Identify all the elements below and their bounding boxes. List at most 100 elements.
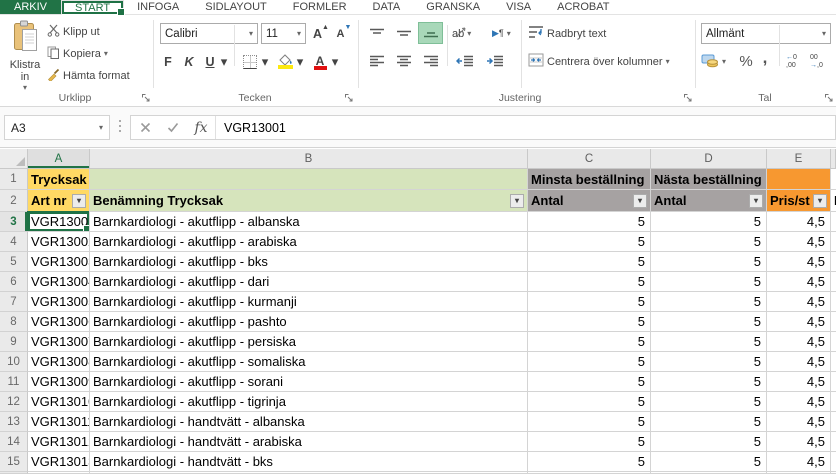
increase-decimal-button[interactable]: ←0 ,00 <box>786 51 797 72</box>
font-color-dropdown-icon[interactable]: ▾ <box>330 51 340 72</box>
wrap-text-button[interactable]: Radbryt text <box>528 23 606 44</box>
cell-f1[interactable] <box>831 169 836 190</box>
decrease-indent-button[interactable] <box>452 50 477 72</box>
cell-artnr[interactable]: VGR13011 <box>28 412 90 432</box>
cell-min[interactable]: 5 <box>528 452 651 472</box>
cell-c2[interactable]: Antal ▾ <box>528 190 651 212</box>
cell-min[interactable]: 5 <box>528 312 651 332</box>
filter-button[interactable]: ▾ <box>633 194 647 208</box>
font-size-select[interactable]: 11 ▾ <box>261 23 306 44</box>
cut-button[interactable]: Klipp ut <box>47 21 130 43</box>
cell-name[interactable]: Barnkardiologi - akutflipp - bks <box>90 252 528 272</box>
cell-price[interactable]: 4,5 <box>767 392 831 412</box>
cell-next[interactable]: 5 <box>651 432 767 452</box>
cell-name[interactable]: Barnkardiologi - akutflipp - sorani <box>90 372 528 392</box>
cell-next[interactable]: 5 <box>651 452 767 472</box>
cell-f[interactable] <box>831 252 836 272</box>
alignment-dialog-launcher-icon[interactable] <box>683 92 693 102</box>
cell-next[interactable]: 5 <box>651 352 767 372</box>
cell-next[interactable]: 5 <box>651 212 767 232</box>
column-header-c[interactable]: C <box>528 149 651 169</box>
cell-next[interactable]: 5 <box>651 232 767 252</box>
font-name-select[interactable]: Calibri ▾ <box>160 23 258 44</box>
cell-artnr[interactable]: VGR13004 <box>28 272 90 292</box>
column-header-b[interactable]: B <box>90 149 528 169</box>
cell-price[interactable]: 4,5 <box>767 292 831 312</box>
cell-d2[interactable]: Antal ▾ <box>651 190 767 212</box>
bold-button[interactable]: F <box>160 51 176 72</box>
column-header-f[interactable] <box>831 149 836 169</box>
show-paragraph-button[interactable]: ▶¶ ▾ <box>492 23 511 44</box>
cell-f2[interactable]: P <box>831 190 836 212</box>
cell-artnr[interactable]: VGR13008 <box>28 352 90 372</box>
enter-button[interactable] <box>159 116 187 139</box>
cell-name[interactable]: Barnkardiologi - akutflipp - pashto <box>90 312 528 332</box>
tab-formler[interactable]: FORMLER <box>280 0 360 14</box>
cell-next[interactable]: 5 <box>651 392 767 412</box>
cell-name[interactable]: Barnkardiologi - akutflipp - arabiska <box>90 232 528 252</box>
row-header[interactable]: 15 <box>0 452 28 472</box>
row-header[interactable]: 6 <box>0 272 28 292</box>
number-dialog-launcher-icon[interactable] <box>824 92 834 102</box>
tab-acrobat[interactable]: ACROBAT <box>544 0 622 14</box>
align-left-button[interactable] <box>364 50 389 72</box>
borders-dropdown-icon[interactable]: ▾ <box>260 51 270 72</box>
number-format-select[interactable]: Allmänt ▾ <box>701 23 831 44</box>
cell-d1[interactable]: Nästa beställning <box>651 169 767 190</box>
cell-name[interactable]: Barnkardiologi - akutflipp - albanska <box>90 212 528 232</box>
cell-price[interactable]: 4,5 <box>767 272 831 292</box>
align-middle-button[interactable] <box>391 22 416 44</box>
row-header[interactable]: 1 <box>0 169 28 190</box>
tab-infoga[interactable]: INFOGA <box>124 0 192 14</box>
filter-button[interactable]: ▾ <box>749 194 763 208</box>
name-box[interactable]: A3 ▾ <box>4 115 110 140</box>
cell-f[interactable] <box>831 212 836 232</box>
cell-min[interactable]: 5 <box>528 352 651 372</box>
cell-artnr[interactable]: VGR13009 <box>28 372 90 392</box>
cell-f[interactable] <box>831 372 836 392</box>
tab-granska[interactable]: GRANSKA <box>413 0 493 14</box>
cell-f[interactable] <box>831 312 836 332</box>
cell-b2[interactable]: Benämning Trycksak ▾ <box>90 190 528 212</box>
tab-sidlayout[interactable]: SIDLAYOUT <box>192 0 280 14</box>
align-bottom-button[interactable] <box>418 22 443 44</box>
row-header[interactable]: 13 <box>0 412 28 432</box>
cell-min[interactable]: 5 <box>528 332 651 352</box>
cell-name[interactable]: Barnkardiologi - akutflipp - persiska <box>90 332 528 352</box>
cell-next[interactable]: 5 <box>651 412 767 432</box>
cell-artnr[interactable]: VGR13003 <box>28 252 90 272</box>
row-header[interactable]: 12 <box>0 392 28 412</box>
decrease-decimal-button[interactable]: 00 →,0 <box>810 51 823 72</box>
cell-next[interactable]: 5 <box>651 372 767 392</box>
fill-color-button[interactable] <box>275 51 295 72</box>
tab-arkiv[interactable]: ARKIV <box>0 0 61 14</box>
cell-price[interactable]: 4,5 <box>767 212 831 232</box>
cell-name[interactable]: Barnkardiologi - handtvätt - bks <box>90 452 528 472</box>
cell-next[interactable]: 5 <box>651 332 767 352</box>
row-header[interactable]: 7 <box>0 292 28 312</box>
copy-button[interactable]: Kopiera ▾ <box>47 43 130 65</box>
cell-e2[interactable]: Pris/st ▾ <box>767 190 831 212</box>
formula-input[interactable]: VGR13001 <box>216 121 286 135</box>
cell-min[interactable]: 5 <box>528 392 651 412</box>
orientation-button[interactable]: ab ▾ <box>452 23 471 44</box>
increase-indent-button[interactable] <box>482 50 507 72</box>
cell-f[interactable] <box>831 292 836 312</box>
cell-name[interactable]: Barnkardiologi - akutflipp - tigrinja <box>90 392 528 412</box>
cell-artnr[interactable]: VGR13012 <box>28 432 90 452</box>
cell-price[interactable]: 4,5 <box>767 352 831 372</box>
insert-function-button[interactable]: fx <box>187 116 215 139</box>
row-header[interactable]: 5 <box>0 252 28 272</box>
cell-f[interactable] <box>831 412 836 432</box>
format-painter-button[interactable]: Hämta format <box>47 65 130 87</box>
tab-visa[interactable]: VISA <box>493 0 544 14</box>
cell-min[interactable]: 5 <box>528 232 651 252</box>
filter-button[interactable]: ▾ <box>510 194 524 208</box>
underline-button[interactable]: U <box>202 51 218 72</box>
cell-name[interactable]: Barnkardiologi - akutflipp - dari <box>90 272 528 292</box>
column-header-e[interactable]: E <box>767 149 831 169</box>
cell-artnr[interactable]: VGR13006 <box>28 312 90 332</box>
row-header[interactable]: 10 <box>0 352 28 372</box>
cell-min[interactable]: 5 <box>528 292 651 312</box>
row-header[interactable]: 2 <box>0 190 28 212</box>
